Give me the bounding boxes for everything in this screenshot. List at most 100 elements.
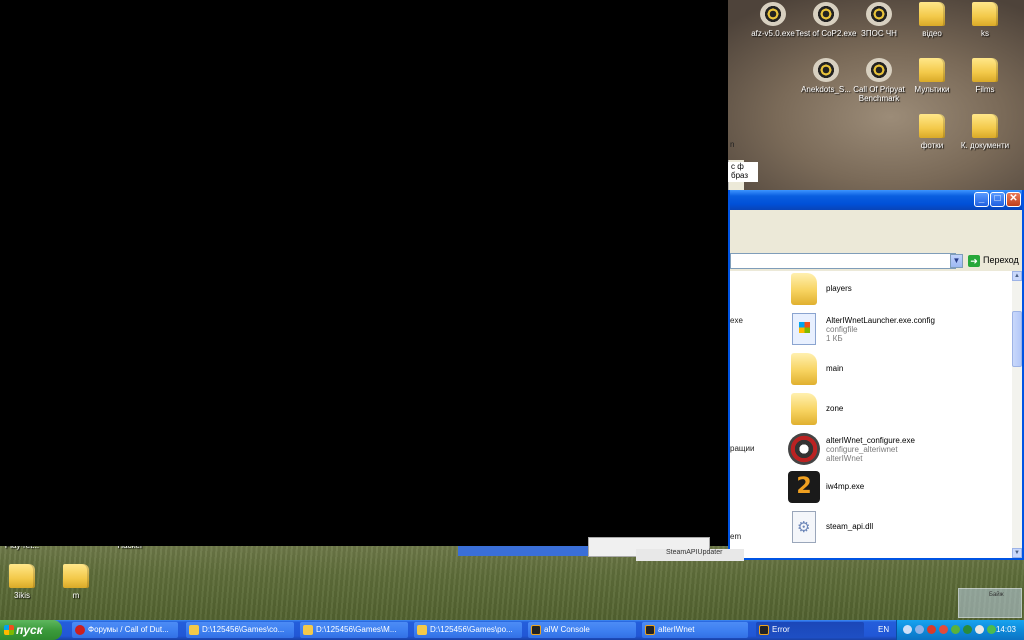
taskbar-item-opera[interactable]: Форумы / Call of Dut...	[72, 622, 178, 638]
address-dropdown-button[interactable]: ▼	[950, 254, 963, 268]
radiation-icon	[760, 2, 786, 26]
network-icon[interactable]	[903, 625, 912, 634]
desktop-icon-m[interactable]: m	[46, 564, 106, 600]
close-button[interactable]: ✕	[1006, 192, 1021, 207]
desktop-icon-documents[interactable]: К. документи	[953, 114, 1017, 150]
taskbar-item-error[interactable]: Error	[756, 622, 864, 638]
folder-icon	[791, 353, 817, 385]
windows-logo-icon	[4, 625, 14, 635]
context-menu-item[interactable]: SteamAPIUpdater	[636, 549, 744, 561]
file-name: AlterIWnetLauncher.exe.config	[826, 316, 935, 325]
start-label: пуск	[16, 623, 43, 637]
config-file-icon	[792, 313, 816, 345]
dll-file-icon	[792, 511, 816, 543]
folder-icon	[417, 625, 427, 635]
desktop-icon-label: К. документи	[960, 141, 1010, 150]
desktop-icon-label: 3ikis	[13, 591, 30, 600]
system-tray: 14:03	[896, 620, 1024, 640]
file-company: alterIWnet	[826, 454, 863, 463]
desktop-icon-ks[interactable]: ks	[953, 2, 1017, 38]
status-icon[interactable]	[987, 625, 996, 634]
go-button[interactable]: ➜ Переход	[968, 253, 1020, 269]
desktop-icon-label: Anekdots_S...	[801, 85, 851, 94]
list-item[interactable]: 2 iw4mp.exe	[788, 469, 1012, 505]
scroll-thumb[interactable]	[1012, 311, 1022, 367]
radiation-icon	[866, 58, 892, 82]
desktop-icon-label: відео	[922, 29, 942, 38]
background-window-text: с ф браз	[728, 162, 758, 182]
file-list[interactable]: players AlterIWnetLauncher.exe.config co…	[730, 271, 1012, 558]
desktop-icon-label: Call Of Pripyat Benchmark	[853, 85, 905, 103]
maximize-button[interactable]: □	[990, 192, 1005, 207]
list-item[interactable]: steam_api.dll	[788, 509, 1012, 545]
scroll-down-button[interactable]: ▼	[1012, 548, 1022, 558]
folder-icon	[791, 273, 817, 305]
minimize-button[interactable]: _	[974, 192, 989, 207]
folder-icon	[972, 2, 998, 26]
taskbar-item-folder-m[interactable]: D:\125456\Games\M...	[300, 622, 408, 638]
download-icon[interactable]	[951, 625, 960, 634]
folder-icon	[972, 58, 998, 82]
opera-icon	[75, 625, 85, 635]
file-type: configfile	[826, 325, 858, 334]
taskbar-item-label: Форумы / Call of Dut...	[88, 625, 169, 634]
file-name: alterIWnet_configure.exe	[826, 436, 915, 445]
go-button-label: Переход	[983, 255, 1019, 265]
radiation-icon	[866, 2, 892, 26]
security-icon[interactable]	[939, 625, 948, 634]
folder-icon	[919, 114, 945, 138]
desktop-icon-label: ЗПОС ЧН	[861, 29, 897, 38]
game-icon	[759, 625, 769, 635]
desktop-icon-label: afz-v5.0.exe	[751, 29, 795, 38]
list-item[interactable]: players	[788, 271, 1012, 307]
antivirus-icon[interactable]	[927, 625, 936, 634]
file-name: zone	[826, 404, 844, 413]
list-item[interactable]: alterIWnet_configure.exe configure_alter…	[788, 431, 1012, 467]
taskbar-item-alteriwnet[interactable]: alterIWnet	[642, 622, 748, 638]
game-icon	[645, 625, 655, 635]
mw2-game-icon: 2	[788, 471, 820, 503]
gear-icon	[788, 433, 820, 465]
taskbar-item-label: Error	[772, 625, 790, 634]
file-size: 1 КБ	[826, 334, 843, 343]
list-item[interactable]: main	[788, 351, 1012, 387]
folder-icon	[919, 58, 945, 82]
vertical-scrollbar[interactable]: ▲ ▼	[1012, 271, 1022, 558]
desktop-icon-3ikis[interactable]: 3ikis	[0, 564, 52, 600]
file-name: steam_api.dll	[826, 522, 874, 531]
radiation-icon	[813, 2, 839, 26]
file-name: players	[826, 284, 852, 293]
file-type: configure_alteriwnet	[826, 445, 898, 454]
address-bar-input[interactable]	[730, 253, 956, 269]
file-text: alterIWnet_configure.exe configure_alter…	[826, 436, 915, 463]
taskbar-item-aiw-console[interactable]: aIW Console	[528, 622, 636, 638]
file-name: iw4mp.exe	[826, 482, 865, 491]
desktop-icon-label: фотки	[920, 141, 944, 150]
folder-icon	[9, 564, 35, 588]
list-item[interactable]: AlterIWnetLauncher.exe.config configfile…	[788, 311, 1012, 347]
background-text: em	[730, 532, 742, 541]
info-icon[interactable]	[975, 625, 984, 634]
taskbar-item-folder-co[interactable]: D:\125456\Games\co...	[186, 622, 294, 638]
scroll-up-button[interactable]: ▲	[1012, 271, 1022, 281]
update-icon[interactable]	[963, 625, 972, 634]
taskbar: пуск Форумы / Call of Dut... D:\125456\G…	[0, 620, 1024, 640]
language-indicator[interactable]: EN	[878, 620, 896, 640]
file-name: main	[826, 364, 844, 373]
black-game-window[interactable]	[0, 0, 728, 546]
volume-icon[interactable]	[915, 625, 924, 634]
explorer-window[interactable]: _ □ ✕ ▼ ➜ Переход players AlterIWnetLaunc…	[728, 190, 1024, 560]
desktop-icon-films[interactable]: Films	[953, 58, 1017, 94]
taskbar-item-label: alterIWnet	[658, 625, 695, 634]
desktop-icon-label: m	[72, 591, 80, 600]
arrow-right-icon: ➜	[968, 255, 980, 267]
wallpaper-label: Байж	[958, 588, 1022, 618]
desktop-icon-label: ks	[981, 29, 989, 38]
list-item[interactable]: zone	[788, 391, 1012, 427]
background-text: exe	[730, 316, 743, 325]
clock[interactable]: 14:03	[996, 620, 1016, 640]
explorer-titlebar[interactable]: _ □ ✕	[730, 190, 1022, 210]
taskbar-item-folder-po[interactable]: D:\125456\Games\po...	[414, 622, 522, 638]
taskbar-item-label: D:\125456\Games\co...	[202, 625, 285, 634]
start-button[interactable]: пуск	[0, 620, 62, 640]
